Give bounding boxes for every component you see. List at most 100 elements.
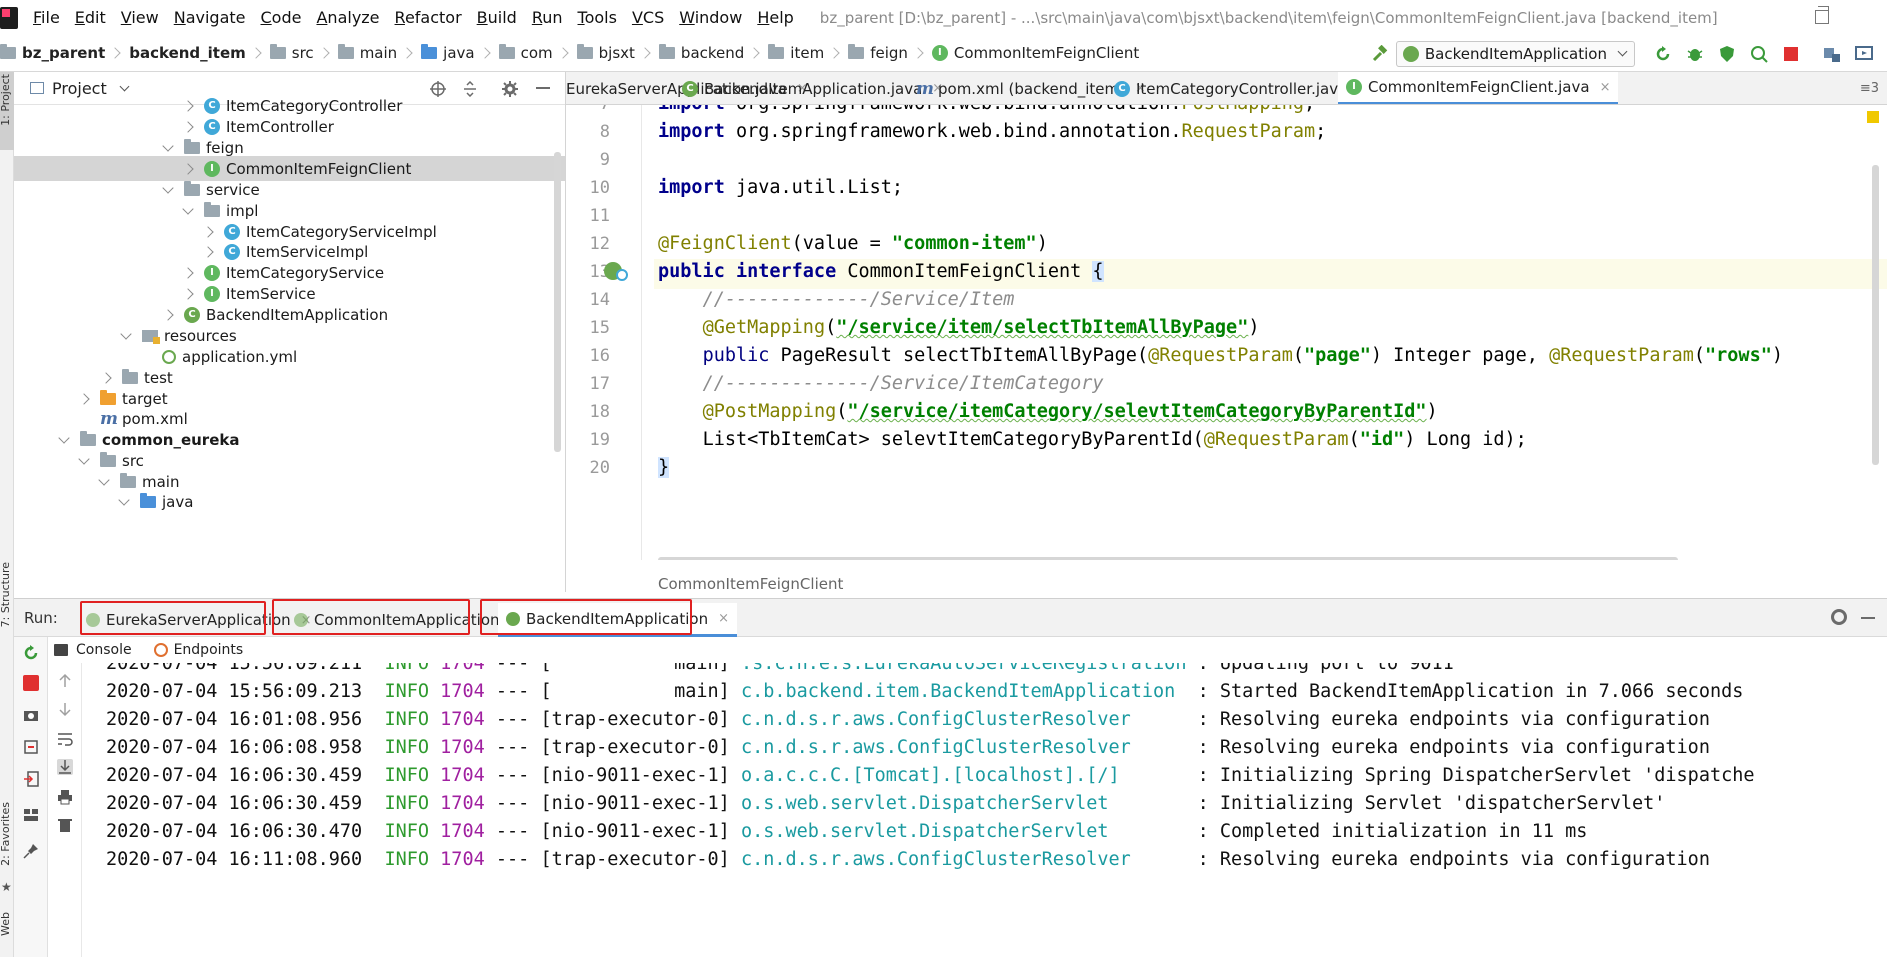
breadcrumb-item-commonitemfeignclient[interactable]: I CommonItemFeignClient bbox=[931, 44, 1139, 62]
console-icon bbox=[54, 644, 68, 656]
tree-item-label: ItemServiceImpl bbox=[246, 242, 369, 261]
menu-vcs[interactable]: VCS bbox=[632, 8, 664, 27]
tree-toggle-chevron-icon[interactable] bbox=[78, 392, 90, 405]
close-icon[interactable]: × bbox=[1600, 80, 1611, 95]
menu-build[interactable]: Build bbox=[477, 8, 517, 27]
pin-icon[interactable] bbox=[23, 843, 39, 859]
menu-code[interactable]: Code bbox=[261, 8, 302, 27]
tree-toggle-chevron-icon[interactable] bbox=[162, 181, 174, 194]
menu-run[interactable]: Run bbox=[532, 8, 563, 27]
editor-gutter: 7891011121314151617181920 bbox=[566, 105, 654, 560]
trash-icon[interactable] bbox=[57, 817, 73, 833]
menu-edit[interactable]: Edit bbox=[75, 8, 106, 27]
layout-icon[interactable] bbox=[23, 807, 39, 823]
close-icon[interactable]: × bbox=[718, 611, 729, 626]
breadcrumb-item-bz-parent[interactable]: bz_parent bbox=[0, 44, 105, 62]
breadcrumb-item-java[interactable]: java bbox=[421, 44, 475, 62]
editor-tab-commonitemfeignclient-java[interactable]: I CommonItemFeignClient.java × bbox=[1338, 72, 1619, 104]
menu-tools[interactable]: Tools bbox=[578, 8, 617, 27]
console-tab[interactable]: Console bbox=[54, 642, 132, 658]
folder-icon bbox=[848, 44, 865, 59]
menu-file[interactable]: File bbox=[33, 8, 60, 27]
web-tool-label[interactable]: Web bbox=[0, 912, 12, 936]
camera-icon[interactable] bbox=[23, 707, 39, 723]
tree-toggle-chevron-icon[interactable] bbox=[182, 162, 194, 175]
menu-navigate[interactable]: Navigate bbox=[174, 8, 246, 27]
implemented-gutter-icon[interactable] bbox=[616, 269, 628, 281]
breadcrumb-item-feign[interactable]: feign bbox=[848, 44, 908, 62]
line-number: 18 bbox=[589, 402, 610, 422]
menu-window[interactable]: Window bbox=[679, 8, 742, 27]
menu-view[interactable]: View bbox=[121, 8, 159, 27]
menu-analyze[interactable]: Analyze bbox=[316, 8, 379, 27]
tree-toggle-chevron-icon[interactable] bbox=[182, 287, 194, 300]
build-hammer-icon[interactable] bbox=[1371, 44, 1389, 63]
tree-toggle-chevron-icon[interactable] bbox=[98, 473, 110, 486]
line-number: 10 bbox=[589, 178, 610, 198]
soft-wrap-icon[interactable] bbox=[57, 731, 73, 747]
hide-panel-icon[interactable] bbox=[1861, 617, 1875, 619]
hide-panel-icon[interactable] bbox=[536, 87, 550, 89]
tree-toggle-chevron-icon[interactable] bbox=[182, 120, 194, 133]
breadcrumb-item-main[interactable]: main bbox=[337, 44, 397, 62]
tree-toggle-chevron-icon[interactable] bbox=[182, 266, 194, 279]
log-pid: 1704 bbox=[440, 681, 485, 702]
breadcrumb-item-backend[interactable]: backend bbox=[658, 44, 744, 62]
run-configuration-select[interactable]: BackendItemApplication bbox=[1395, 40, 1635, 67]
tree-toggle-chevron-icon[interactable] bbox=[202, 245, 214, 258]
restore-layout-icon[interactable] bbox=[23, 739, 39, 755]
favorites-tool-label[interactable]: 2: Favorites bbox=[0, 802, 12, 866]
tree-toggle-chevron-icon[interactable] bbox=[118, 493, 130, 506]
project-tool-label[interactable]: 1: Project bbox=[0, 74, 12, 126]
window-restore-icon[interactable] bbox=[1815, 6, 1829, 24]
breadcrumb-item-item[interactable]: item bbox=[768, 44, 824, 62]
tree-toggle-chevron-icon[interactable] bbox=[162, 139, 174, 152]
code-editor[interactable]: 7891011121314151617181920 import org.spr… bbox=[566, 105, 1887, 560]
tab-overflow-icon[interactable]: ≡3 bbox=[1860, 81, 1879, 96]
presentation-icon[interactable] bbox=[1855, 45, 1873, 63]
scroll-down-icon[interactable] bbox=[57, 701, 73, 717]
print-icon[interactable] bbox=[57, 789, 73, 805]
stop-icon[interactable] bbox=[23, 675, 39, 691]
line-number: 20 bbox=[589, 458, 610, 478]
gear-icon[interactable] bbox=[1831, 609, 1847, 625]
breadcrumb-item-src[interactable]: src bbox=[269, 44, 314, 62]
chevron-down-icon[interactable] bbox=[119, 81, 130, 91]
breadcrumb-item-bjsxt[interactable]: bjsxt bbox=[576, 44, 635, 62]
tree-toggle-chevron-icon[interactable] bbox=[78, 452, 90, 465]
tree-toggle-chevron-icon[interactable] bbox=[100, 371, 112, 384]
tree-toggle-chevron-icon[interactable] bbox=[58, 431, 70, 444]
stop-icon[interactable] bbox=[1782, 45, 1800, 63]
project-tree-scrollbar[interactable] bbox=[554, 152, 561, 452]
console-output[interactable]: 2020-07-04 15:56:09.211 INFO 1704 --- [ … bbox=[82, 663, 1887, 957]
breadcrumb-item-backend-item[interactable]: backend_item bbox=[129, 44, 246, 62]
profile-icon[interactable] bbox=[1750, 45, 1768, 63]
scroll-to-end-icon[interactable] bbox=[57, 759, 73, 775]
scroll-up-icon[interactable] bbox=[57, 673, 73, 689]
project-structure-icon[interactable] bbox=[1823, 45, 1841, 63]
run-tab-eurekaserverapplication[interactable]: EurekaServerApplication× bbox=[78, 603, 320, 637]
menu-refactor[interactable]: Refactor bbox=[395, 8, 462, 27]
debug-bug-icon[interactable] bbox=[1686, 45, 1704, 63]
warning-marker-icon[interactable] bbox=[1867, 111, 1879, 123]
rerun-icon[interactable] bbox=[1654, 45, 1672, 63]
structure-tool-label[interactable]: 7: Structure bbox=[0, 562, 12, 627]
menu-help[interactable]: Help bbox=[757, 8, 793, 27]
tree-toggle-chevron-icon[interactable] bbox=[182, 99, 194, 112]
run-tab-commonitemapplication[interactable]: CommonItemApplication× bbox=[286, 603, 528, 637]
endpoints-tab[interactable]: Endpoints bbox=[153, 642, 243, 658]
tree-item-java[interactable]: java bbox=[14, 489, 565, 514]
editor-horizontal-scrollbar[interactable] bbox=[658, 557, 1678, 560]
editor-breadcrumb[interactable]: CommonItemFeignClient bbox=[566, 572, 1887, 596]
editor-vertical-scrollbar[interactable] bbox=[1872, 165, 1879, 465]
editor-tab-itemcategorycontroller-java[interactable]: CItemCategoryController.java× bbox=[1106, 72, 1376, 104]
tree-toggle-chevron-icon[interactable] bbox=[162, 308, 174, 321]
tree-toggle-chevron-icon[interactable] bbox=[182, 202, 194, 215]
tree-toggle-chevron-icon[interactable] bbox=[202, 225, 214, 238]
breadcrumb-item-com[interactable]: com bbox=[498, 44, 553, 62]
tree-toggle-chevron-icon[interactable] bbox=[120, 327, 132, 340]
coverage-shield-icon[interactable] bbox=[1718, 45, 1736, 63]
run-tab-backenditemapplication[interactable]: BackendItemApplication × bbox=[498, 603, 738, 637]
exit-icon[interactable] bbox=[23, 771, 39, 787]
rerun-icon[interactable] bbox=[23, 645, 39, 661]
